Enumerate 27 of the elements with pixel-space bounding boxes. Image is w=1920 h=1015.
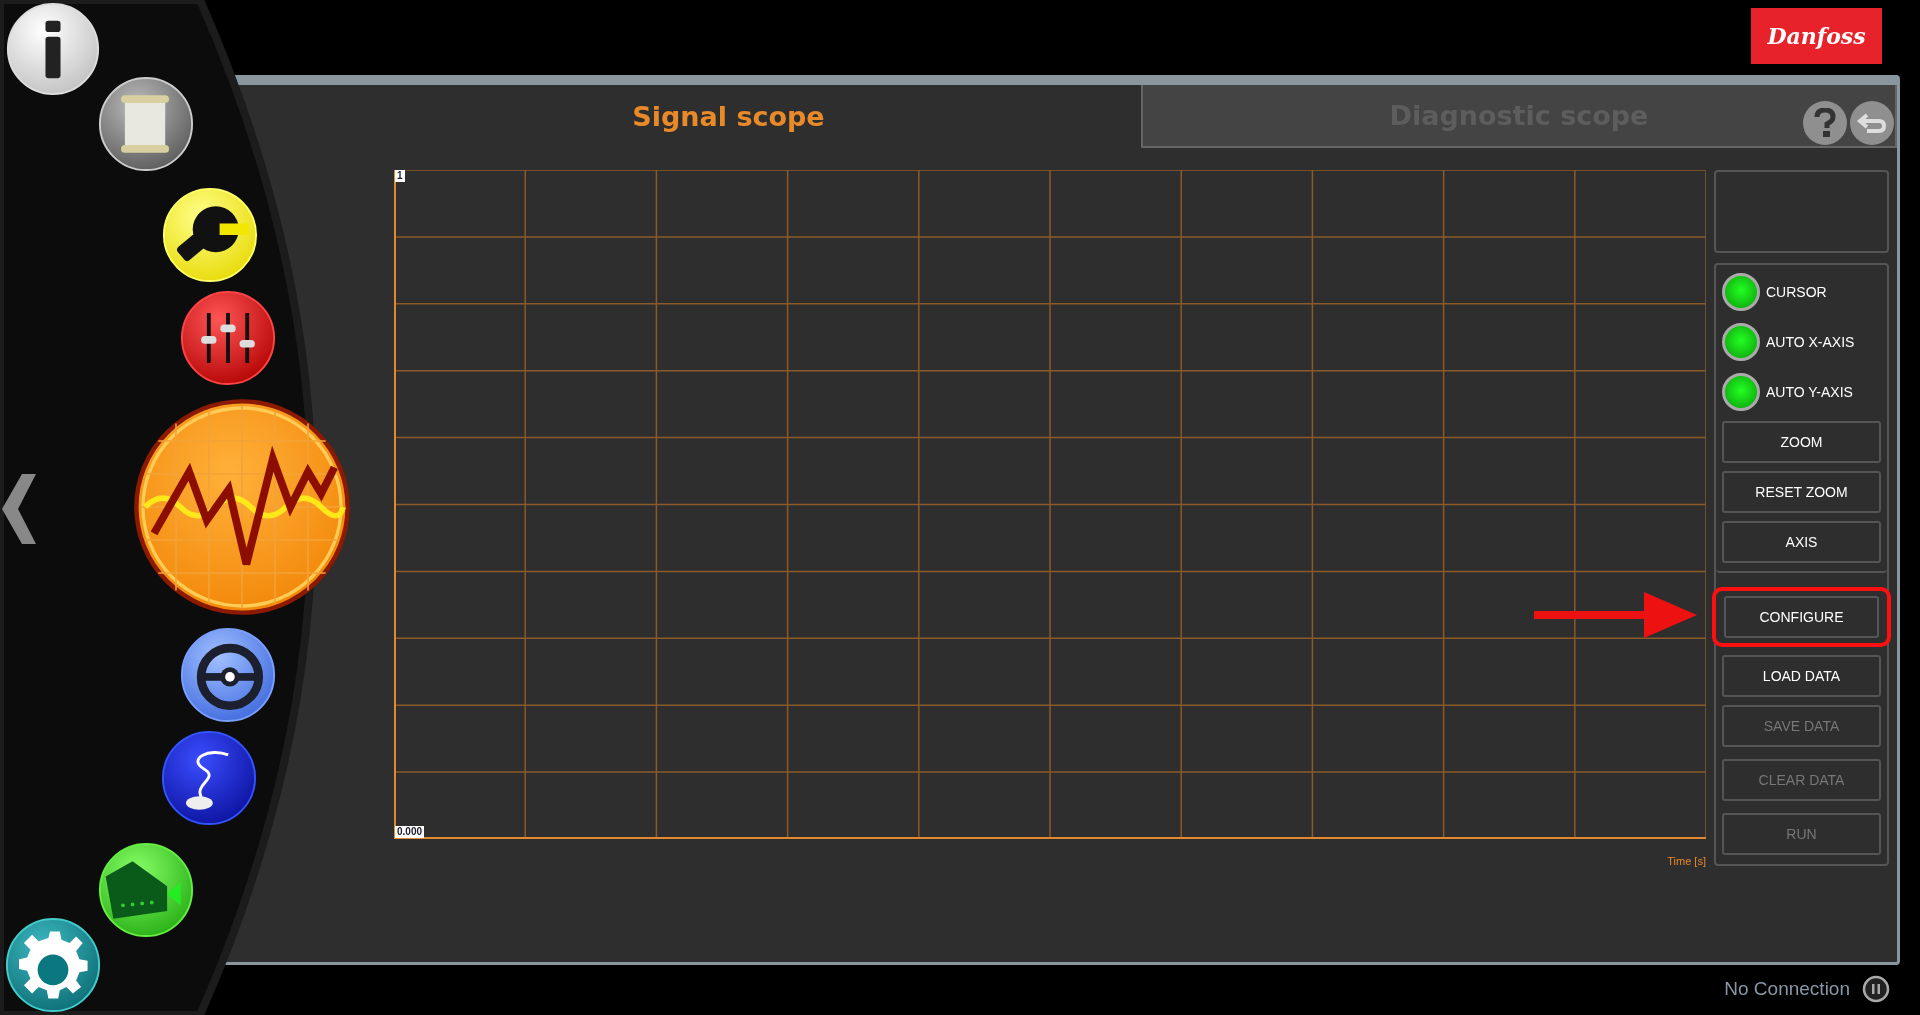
toggle-button[interactable]: AUTO X-AXIS: [1722, 321, 1881, 363]
pause-icon[interactable]: [1862, 974, 1890, 1003]
view-button[interactable]: RESET ZOOM: [1722, 471, 1881, 513]
toggle-label: AUTO X-AXIS: [1766, 334, 1855, 350]
logo: Danfoss: [1751, 8, 1882, 64]
x-axis-label: Time [s]: [1667, 855, 1706, 867]
curve-icon[interactable]: [161, 730, 257, 826]
info-icon[interactable]: [6, 2, 100, 96]
toggle-label: CURSOR: [1766, 284, 1827, 300]
toggle-label: AUTO Y-AXIS: [1766, 384, 1853, 400]
steering-wheel-icon[interactable]: [180, 627, 276, 723]
toggle-button[interactable]: AUTO Y-AXIS: [1722, 371, 1881, 413]
board-icon[interactable]: [98, 842, 194, 938]
action-button[interactable]: CONFIGURE: [1724, 596, 1879, 638]
view-button[interactable]: ZOOM: [1722, 421, 1881, 463]
wrench-icon[interactable]: [162, 187, 258, 283]
oscilloscope-icon[interactable]: [132, 397, 352, 617]
settings-icon[interactable]: [5, 917, 101, 1013]
connection-status: No Connection: [1724, 977, 1850, 1000]
sliders-icon[interactable]: [180, 290, 276, 386]
view-button[interactable]: AXIS: [1722, 521, 1881, 563]
axis-min-label: 0.000: [395, 826, 425, 838]
toggle-button[interactable]: CURSOR: [1722, 271, 1881, 313]
axis-max-label: 1: [395, 170, 405, 182]
chevron-left-icon[interactable]: [2, 474, 36, 544]
action-button[interactable]: LOAD DATA: [1722, 655, 1881, 697]
scroll-icon[interactable]: [98, 76, 194, 172]
